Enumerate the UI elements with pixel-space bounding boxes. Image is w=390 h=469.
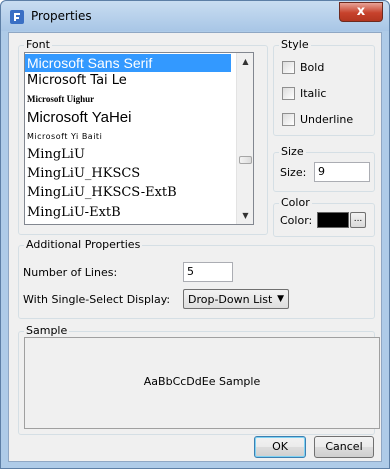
window-title: Properties [31, 9, 92, 23]
font-group-label: Font [24, 38, 52, 51]
font-list-item[interactable]: MingLiU-ExtB [27, 204, 121, 222]
size-group: Size Size: 9 [273, 145, 375, 192]
close-button[interactable]: x [339, 2, 383, 22]
properties-icon [10, 10, 24, 24]
underline-label: Underline [300, 113, 354, 126]
additional-properties-group: Additional Properties Number of Lines: 5… [18, 238, 375, 319]
color-group-label: Color [279, 196, 312, 209]
color-picker-button[interactable]: ... [350, 212, 366, 228]
font-list-scrollbar[interactable]: ▲ ▼ [236, 53, 253, 224]
display-dropdown-value: Drop-Down List [188, 293, 273, 306]
font-list-item[interactable]: MingLiU_HKSCS-ExtB [27, 184, 177, 202]
display-dropdown[interactable]: Drop-Down List ▼ [183, 289, 289, 309]
sample-preview: AaBbCcDdEe Sample [24, 337, 380, 429]
style-group-label: Style [279, 38, 311, 51]
sample-text: AaBbCcDdEe Sample [143, 375, 261, 388]
underline-checkbox[interactable] [282, 113, 295, 126]
size-group-label: Size [279, 145, 306, 158]
bold-label: Bold [300, 61, 325, 74]
font-list-item[interactable]: MingLiU [27, 146, 85, 164]
italic-label: Italic [300, 87, 327, 100]
dialog-body: Font Microsoft Sans Serif Microsoft Tai … [8, 32, 382, 462]
title-bar[interactable]: Properties x [1, 1, 389, 31]
color-swatch[interactable] [317, 212, 349, 228]
bold-checkbox[interactable] [282, 61, 295, 74]
color-field-label: Color: [280, 214, 313, 227]
font-list-item[interactable]: Microsoft YaHei [27, 108, 131, 128]
style-group: Style Bold Italic Underline [273, 38, 375, 136]
font-list-item[interactable]: Microsoft Tai Le [27, 72, 127, 90]
font-listbox[interactable]: Microsoft Sans Serif Microsoft Tai Le Mi… [24, 52, 254, 225]
lines-input[interactable]: 5 [183, 262, 233, 282]
scroll-thumb[interactable] [239, 156, 252, 164]
font-list-item[interactable]: Microsoft Uighur [27, 92, 94, 106]
sample-group-label: Sample [24, 324, 70, 337]
size-field-label: Size: [280, 166, 307, 179]
additional-properties-label: Additional Properties [24, 238, 143, 251]
properties-dialog: Properties x Font Microsoft Sans Serif M… [0, 0, 390, 469]
color-group: Color Color: ... [273, 196, 375, 237]
lines-label: Number of Lines: [23, 266, 118, 279]
size-input[interactable]: 9 [314, 162, 370, 182]
font-list-item[interactable]: MingLiU_HKSCS [27, 165, 140, 183]
font-list-item[interactable]: Microsoft Sans Serif [25, 54, 231, 72]
display-label: With Single-Select Display: [23, 293, 171, 306]
italic-checkbox[interactable] [282, 87, 295, 100]
ok-button[interactable]: OK [254, 436, 306, 458]
chevron-down-icon: ▼ [277, 294, 284, 304]
scroll-down-icon[interactable]: ▼ [237, 207, 253, 224]
close-icon: x [356, 4, 366, 19]
font-list-item[interactable]: Microsoft Yi Baiti [27, 130, 102, 144]
cancel-button[interactable]: Cancel [314, 436, 374, 458]
scroll-up-icon[interactable]: ▲ [237, 53, 253, 70]
